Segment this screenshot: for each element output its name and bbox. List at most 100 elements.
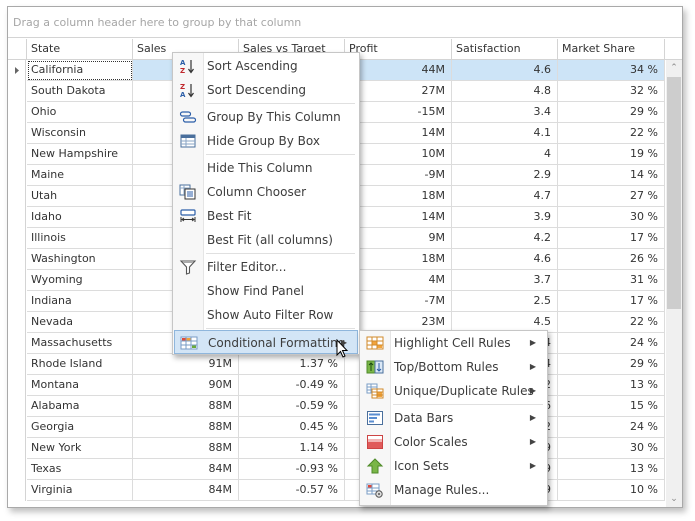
- cell-state[interactable]: Utah: [27, 186, 133, 207]
- cell-state[interactable]: Maine: [27, 165, 133, 186]
- cell-profit[interactable]: 18M: [345, 249, 452, 270]
- cell-state[interactable]: Georgia: [27, 417, 133, 438]
- table-row[interactable]: Texas84M-0.93 %913 %: [8, 459, 666, 480]
- cell-market-share[interactable]: 19 %: [558, 144, 665, 165]
- cell-state[interactable]: Idaho: [27, 207, 133, 228]
- column-header-state[interactable]: State: [27, 39, 133, 59]
- menu-item-best-fit[interactable]: Best Fit: [174, 204, 358, 228]
- row-indicator[interactable]: [8, 396, 26, 417]
- cell-market-share[interactable]: 17 %: [558, 228, 665, 249]
- cell-state[interactable]: Texas: [27, 459, 133, 480]
- cell-profit[interactable]: 14M: [345, 207, 452, 228]
- cell-satisfaction[interactable]: 4: [452, 144, 558, 165]
- cell-sales[interactable]: 88M: [133, 417, 239, 438]
- row-indicator[interactable]: [8, 459, 26, 480]
- cell-profit[interactable]: 14M: [345, 123, 452, 144]
- cell-satisfaction[interactable]: 2.9: [452, 165, 558, 186]
- menu-item-unique-duplicate-rules[interactable]: Unique/Duplicate Rules ▶: [361, 379, 546, 403]
- menu-item-filter-editor[interactable]: Filter Editor...: [174, 255, 358, 279]
- row-indicator[interactable]: [8, 291, 26, 312]
- cell-profit[interactable]: 44M: [345, 60, 452, 81]
- cell-state[interactable]: Washington: [27, 249, 133, 270]
- cell-sales[interactable]: 88M: [133, 396, 239, 417]
- cell-satisfaction[interactable]: 4.6: [452, 249, 558, 270]
- cell-market-share[interactable]: 30 %: [558, 207, 665, 228]
- cell-sales[interactable]: 88M: [133, 438, 239, 459]
- menu-item-data-bars[interactable]: Data Bars ▶: [361, 406, 546, 430]
- cell-market-share[interactable]: 29 %: [558, 102, 665, 123]
- cell-market-share[interactable]: 13 %: [558, 375, 665, 396]
- table-row[interactable]: New York88M1.14 %930 %: [8, 438, 666, 459]
- cell-market-share[interactable]: 32 %: [558, 81, 665, 102]
- cell-sales-vs-target[interactable]: -0.59 %: [239, 396, 345, 417]
- cell-satisfaction[interactable]: 4.8: [452, 81, 558, 102]
- menu-item-sort-descending[interactable]: Z A Sort Descending: [174, 78, 358, 102]
- cell-state[interactable]: Indiana: [27, 291, 133, 312]
- cell-state[interactable]: Montana: [27, 375, 133, 396]
- cell-state[interactable]: Massachusetts: [27, 333, 133, 354]
- scroll-down-icon[interactable]: ⌄: [666, 491, 682, 507]
- row-indicator[interactable]: [8, 186, 26, 207]
- cell-state[interactable]: Wyoming: [27, 270, 133, 291]
- vertical-scrollbar[interactable]: ⌃ ⌄: [666, 60, 682, 507]
- cell-market-share[interactable]: 17 %: [558, 291, 665, 312]
- cell-profit[interactable]: -9M: [345, 165, 452, 186]
- cell-market-share[interactable]: 30 %: [558, 438, 665, 459]
- cell-sales-vs-target[interactable]: -0.49 %: [239, 375, 345, 396]
- cell-market-share[interactable]: 15 %: [558, 396, 665, 417]
- cell-state[interactable]: Rhode Island: [27, 354, 133, 375]
- cell-satisfaction[interactable]: 3.9: [452, 207, 558, 228]
- cell-profit[interactable]: 27M: [345, 81, 452, 102]
- cell-profit[interactable]: 9M: [345, 228, 452, 249]
- cell-market-share[interactable]: 22 %: [558, 123, 665, 144]
- cell-state[interactable]: Wisconsin: [27, 123, 133, 144]
- row-indicator[interactable]: [8, 249, 26, 270]
- cell-satisfaction[interactable]: 4.2: [452, 228, 558, 249]
- table-row[interactable]: Alabama88M-0.59 %615 %: [8, 396, 666, 417]
- cell-sales-vs-target[interactable]: 1.14 %: [239, 438, 345, 459]
- menu-item-hide-group-by-box[interactable]: Hide Group By Box: [174, 129, 358, 153]
- cell-state[interactable]: Virginia: [27, 480, 133, 501]
- cell-profit[interactable]: 4M: [345, 270, 452, 291]
- cell-profit[interactable]: 10M: [345, 144, 452, 165]
- cell-state[interactable]: Ohio: [27, 102, 133, 123]
- cell-state[interactable]: New Hampshire: [27, 144, 133, 165]
- row-indicator[interactable]: [8, 228, 26, 249]
- row-indicator[interactable]: [8, 102, 26, 123]
- cell-market-share[interactable]: 14 %: [558, 165, 665, 186]
- cell-sales-vs-target[interactable]: 1.37 %: [239, 354, 345, 375]
- cell-state[interactable]: Illinois: [27, 228, 133, 249]
- cell-state[interactable]: California: [27, 60, 133, 81]
- cell-market-share[interactable]: 24 %: [558, 417, 665, 438]
- row-indicator[interactable]: [8, 375, 26, 396]
- table-row[interactable]: Virginia84M-0.57 %910 %: [8, 480, 666, 501]
- menu-item-show-find-panel[interactable]: Show Find Panel: [174, 279, 358, 303]
- cell-market-share[interactable]: 24 %: [558, 333, 665, 354]
- cell-market-share[interactable]: 22 %: [558, 312, 665, 333]
- menu-item-column-chooser[interactable]: Column Chooser: [174, 180, 358, 204]
- menu-item-color-scales[interactable]: Color Scales ▶: [361, 430, 546, 454]
- scrollbar-thumb[interactable]: [667, 77, 681, 309]
- cell-sales[interactable]: 84M: [133, 459, 239, 480]
- cell-state[interactable]: New York: [27, 438, 133, 459]
- cell-satisfaction[interactable]: 3.4: [452, 102, 558, 123]
- cell-sales[interactable]: 90M: [133, 375, 239, 396]
- row-indicator[interactable]: [8, 312, 26, 333]
- row-indicator[interactable]: [8, 81, 26, 102]
- menu-item-group-by-this-column[interactable]: Group By This Column: [174, 105, 358, 129]
- column-header-market-share[interactable]: Market Share: [558, 39, 665, 59]
- cell-market-share[interactable]: 10 %: [558, 480, 665, 501]
- cell-market-share[interactable]: 26 %: [558, 249, 665, 270]
- cell-satisfaction[interactable]: 2.5: [452, 291, 558, 312]
- row-indicator[interactable]: [8, 438, 26, 459]
- menu-item-show-auto-filter-row[interactable]: Show Auto Filter Row: [174, 303, 358, 327]
- cell-satisfaction[interactable]: 4.6: [452, 60, 558, 81]
- table-row[interactable]: Montana90M-0.49 %213 %: [8, 375, 666, 396]
- menu-item-icon-sets[interactable]: Icon Sets ▶: [361, 454, 546, 478]
- cell-state[interactable]: South Dakota: [27, 81, 133, 102]
- cell-state[interactable]: Alabama: [27, 396, 133, 417]
- cell-market-share[interactable]: 34 %: [558, 60, 665, 81]
- row-indicator[interactable]: [8, 270, 26, 291]
- cell-sales-vs-target[interactable]: -0.57 %: [239, 480, 345, 501]
- cell-satisfaction[interactable]: 4.7: [452, 186, 558, 207]
